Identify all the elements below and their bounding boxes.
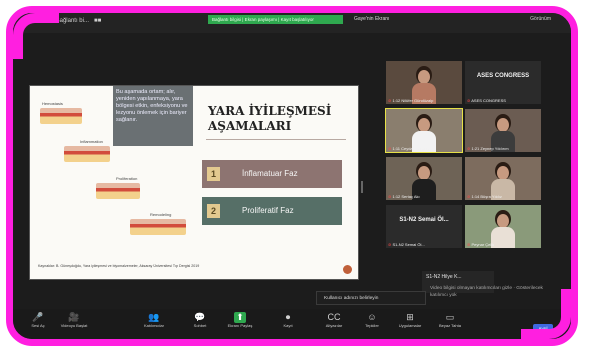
participant-video bbox=[491, 212, 515, 248]
grid-icon[interactable]: ■■ bbox=[94, 18, 101, 24]
toolbar-label: Katılımcılar bbox=[143, 323, 164, 328]
apps-button[interactable]: ⊞ Uygulamalar bbox=[393, 312, 427, 328]
phase-number: 1 bbox=[207, 167, 220, 181]
participant-tile[interactable]: ⊘ 1:14 Büşra Yıldız bbox=[465, 157, 541, 200]
diagram-label: Hemostasis bbox=[42, 101, 63, 106]
phase-box-1: 1 İnflamatuar Faz bbox=[202, 160, 342, 188]
sharer-label: Gaye'nin Ekranı bbox=[354, 16, 390, 22]
mic-muted-icon: ⊘ bbox=[467, 98, 471, 103]
participant-tile[interactable]: ⊘ 1:12 Sertaç Akı bbox=[386, 157, 462, 200]
mic-muted-icon: ⊘ bbox=[467, 242, 471, 247]
video-icon: 🎥 bbox=[68, 312, 80, 322]
mic-muted-icon: ⊘ bbox=[388, 146, 392, 151]
participant-tile-active-speaker[interactable]: ⊘ 1:11 Ceyda Aydoğdu bbox=[385, 108, 463, 153]
participant-name: ⊘ 1:12 Sertaç Akı bbox=[388, 194, 420, 199]
mic-muted-icon: ⊘ bbox=[467, 194, 471, 199]
skin-layer-diagram-2 bbox=[64, 146, 110, 162]
participant-tile[interactable]: ⊘ 1:12 Nilüfer Gündüzalp bbox=[386, 61, 462, 104]
toolbar-label: Kayıt bbox=[283, 323, 293, 328]
chat-icon: 💬 bbox=[194, 312, 206, 322]
slide-title: YARA İYİLEŞMESİ AŞAMALARI bbox=[208, 104, 332, 133]
frame-corner-accent bbox=[521, 289, 571, 339]
participant-name: ⊘ 1:12 Nilüfer Gündüzalp bbox=[388, 98, 434, 103]
decorative-frame: ● Bağlantı bi... ■■ Bağlantı bilgisi | E… bbox=[6, 6, 578, 346]
toolbar-label: Ekranı Paylaş bbox=[227, 323, 253, 328]
participants-button[interactable]: 👥 Katılımcılar bbox=[137, 312, 171, 328]
toolbar-label: Tepkiler bbox=[365, 323, 379, 328]
meeting-top-bar: ● Bağlantı bi... ■■ Bağlantı bilgisi | E… bbox=[13, 13, 571, 33]
participant-name: ⊘ 1:14 Büşra Yıldız bbox=[467, 194, 502, 199]
participant-name: ⊘ ASES CONGRESS bbox=[467, 98, 506, 103]
participant-name: ⊘ S1-N2 Semai Öl... bbox=[388, 242, 425, 247]
record-icon: ⏺ bbox=[285, 312, 291, 322]
toolbar-label: Uygulamalar bbox=[398, 323, 422, 328]
participant-name: ⊘ 1:21 Zeynep Yıldırım bbox=[467, 146, 509, 151]
university-seal-icon bbox=[343, 265, 352, 274]
phase-number: 2 bbox=[207, 204, 220, 218]
apps-icon: ⊞ bbox=[406, 312, 414, 322]
toolbar-label: Sohbet bbox=[193, 323, 207, 328]
whiteboard-icon: ▭ bbox=[445, 312, 455, 322]
participant-tile[interactable]: S1-N2 Semai Öl... ⊘ S1-N2 Semai Öl... bbox=[386, 205, 462, 248]
mic-muted-icon: ⊘ bbox=[388, 194, 392, 199]
share-screen-icon: ⬆ bbox=[234, 312, 246, 323]
reactions-icon: ☺ bbox=[367, 312, 377, 322]
reactions-button[interactable]: ☺ Tepkiler bbox=[355, 312, 389, 328]
slide-footer: Kaynaklar: B. Güneşdoğdu, Yara iyileşmes… bbox=[38, 264, 200, 268]
whiteboard-button[interactable]: ▭ Beyaz Tahta bbox=[433, 312, 467, 328]
mute-button[interactable]: 🎤 Sesi Aç bbox=[21, 312, 55, 328]
mic-muted-icon: ⊘ bbox=[388, 242, 392, 247]
record-button[interactable]: ⏺ Kayıt bbox=[271, 312, 305, 328]
participant-name: ⊘ Peynar Çelik bbox=[467, 242, 495, 247]
start-video-button[interactable]: 🎥 Videoyu Başlat bbox=[57, 312, 91, 328]
participant-display-name: S1-N2 Semai Öl... bbox=[399, 217, 449, 223]
toolbar-label: Sesi Aç bbox=[31, 323, 45, 328]
captions-button[interactable]: CC Altyazılar bbox=[317, 312, 351, 328]
mic-muted-icon: ⊘ bbox=[388, 98, 392, 103]
participant-tile[interactable]: ASES CONGRESS ⊘ ASES CONGRESS bbox=[465, 61, 541, 104]
shared-slide: Hemostasis Inflammation Proliferation Re… bbox=[29, 85, 359, 280]
meeting-title[interactable]: Bağlantı bi... bbox=[56, 18, 89, 24]
toolbar-label: Altyazılar bbox=[325, 323, 343, 328]
participant-tile[interactable]: ⊘ 1:21 Zeynep Yıldırım bbox=[465, 109, 541, 152]
microphone-icon: 🎤 bbox=[32, 312, 44, 322]
toolbar-label: Videoyu Başlat bbox=[60, 323, 88, 328]
phase-label: Proliferatif Faz bbox=[242, 206, 294, 215]
diagram-label: Remodeling bbox=[150, 212, 172, 217]
skin-layer-diagram-4 bbox=[130, 219, 186, 235]
phase-label: İnflamatuar Faz bbox=[242, 169, 298, 178]
mic-muted-icon: ⊘ bbox=[467, 146, 471, 151]
diagram-label: Proliferation bbox=[116, 176, 138, 181]
participant-name: ⊘ 1:11 Ceyda Aydoğdu bbox=[388, 146, 430, 151]
split-drag-handle[interactable] bbox=[361, 181, 363, 193]
share-screen-button[interactable]: ⬆ Ekranı Paylaş bbox=[223, 312, 257, 328]
toolbar-label: Beyaz Tahta bbox=[439, 323, 461, 328]
frame-corner-accent bbox=[13, 13, 59, 59]
captions-icon: CC bbox=[327, 312, 341, 322]
participant-display-name: ASES CONGRESS bbox=[476, 73, 530, 79]
slide-callout: Bu aşamada ortam; alır, yeniden yapılanm… bbox=[113, 86, 193, 146]
meeting-toolbar: 🎤 Sesi Aç 🎥 Videoyu Başlat 👥 Katılımcıla… bbox=[13, 309, 571, 339]
chat-button[interactable]: 💬 Sohbet bbox=[183, 312, 217, 328]
diagram-label: Inflammation bbox=[80, 139, 103, 144]
caption-input[interactable]: Kullanıcı adınızı belirleyin bbox=[316, 291, 426, 305]
view-options-button[interactable]: Görünüm bbox=[530, 16, 551, 22]
screen-share-banner[interactable]: Bağlantı bilgisi | Ekran paylaşımı | Kay… bbox=[208, 15, 343, 24]
skin-layer-diagram-1 bbox=[40, 108, 82, 124]
participants-icon: 👥 bbox=[148, 312, 160, 322]
phase-box-2: 2 Proliferatif Faz bbox=[202, 197, 342, 225]
skin-layer-diagram-3 bbox=[96, 183, 140, 199]
title-divider bbox=[206, 139, 346, 140]
participant-tile[interactable]: ⊘ Peynar Çelik bbox=[465, 205, 541, 248]
